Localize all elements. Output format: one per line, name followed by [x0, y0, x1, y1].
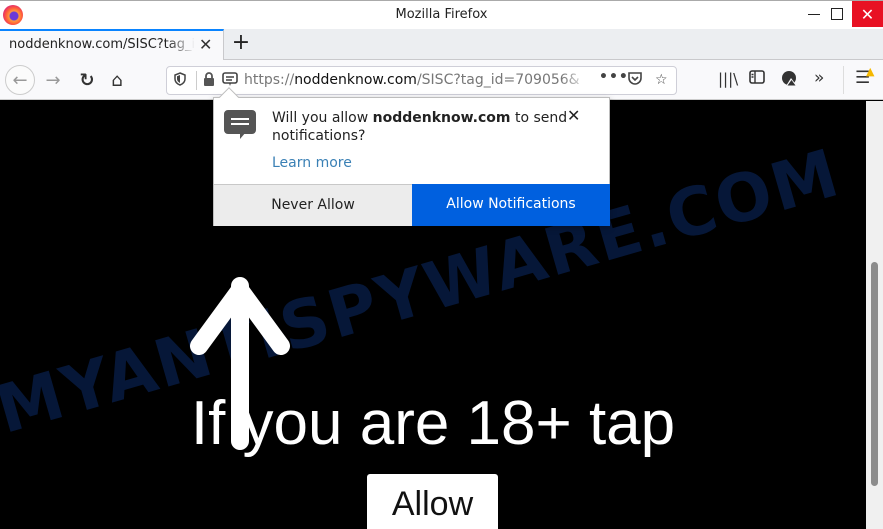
never-allow-button[interactable]: Never Allow — [214, 184, 412, 226]
close-window-button[interactable]: ✕ — [852, 1, 883, 27]
toolbar-separator — [843, 66, 844, 94]
url-separator — [196, 71, 197, 90]
back-button[interactable]: ← — [5, 65, 35, 95]
url-domain: noddenknow.com — [294, 72, 417, 88]
extension-warning-icon[interactable] — [781, 70, 798, 90]
reload-button[interactable]: ↻ — [74, 66, 100, 94]
tab-close-icon[interactable]: ✕ — [199, 35, 212, 54]
sidebar-icon[interactable] — [749, 70, 765, 88]
url-scheme: https:// — [244, 72, 295, 88]
tab-title: noddenknow.com/SISC?tag_id=709056 — [9, 37, 195, 52]
forward-button[interactable]: → — [40, 66, 66, 94]
allow-notifications-button[interactable]: Allow Notifications — [412, 184, 610, 226]
notification-permission-popup: Will you allow noddenknow.com to send no… — [213, 87, 610, 226]
new-tab-button[interactable]: + — [229, 30, 253, 55]
popup-message-domain: noddenknow.com — [372, 110, 511, 126]
tab-strip: noddenknow.com/SISC?tag_id=709056 ✕ + — [0, 29, 883, 60]
window-title: Mozilla Firefox — [395, 7, 488, 22]
page-actions-icon[interactable]: ••• — [599, 69, 629, 85]
popup-message-prefix: Will you allow — [272, 110, 373, 126]
overflow-menu-icon[interactable]: » — [814, 68, 824, 88]
scrollbar-thumb[interactable] — [871, 262, 878, 486]
navigation-toolbar: ← → ↻ ⌂ https://noddenknow.com/SISC?tag_… — [0, 60, 883, 100]
library-icon[interactable]: |||\ — [718, 70, 738, 88]
notification-message-icon — [224, 110, 256, 139]
update-warning-icon: ▲ — [866, 65, 875, 78]
vertical-scrollbar[interactable] — [866, 101, 883, 529]
tracking-protection-shield-icon[interactable] — [174, 72, 186, 90]
home-button[interactable]: ⌂ — [104, 66, 130, 94]
maximize-button[interactable] — [822, 1, 852, 27]
popup-message: Will you allow noddenknow.com to send no… — [272, 109, 572, 145]
window-titlebar: Mozilla Firefox ✕ — [0, 0, 883, 29]
pocket-icon[interactable] — [627, 72, 643, 90]
age-prompt-headline: If you are 18+ tap — [190, 389, 676, 458]
page-allow-button[interactable]: Allow — [367, 474, 498, 529]
popup-close-icon[interactable]: ✕ — [567, 106, 580, 125]
active-tab[interactable]: noddenknow.com/SISC?tag_id=709056 ✕ — [0, 29, 224, 60]
url-path: /SISC?tag_id=709056& — [416, 72, 580, 88]
bookmark-star-icon[interactable]: ☆ — [655, 72, 668, 88]
lock-icon[interactable] — [203, 72, 215, 90]
url-text[interactable]: https://noddenknow.com/SISC?tag_id=70905… — [244, 72, 589, 88]
learn-more-link[interactable]: Learn more — [272, 155, 352, 171]
url-bar[interactable]: https://noddenknow.com/SISC?tag_id=70905… — [166, 66, 677, 95]
